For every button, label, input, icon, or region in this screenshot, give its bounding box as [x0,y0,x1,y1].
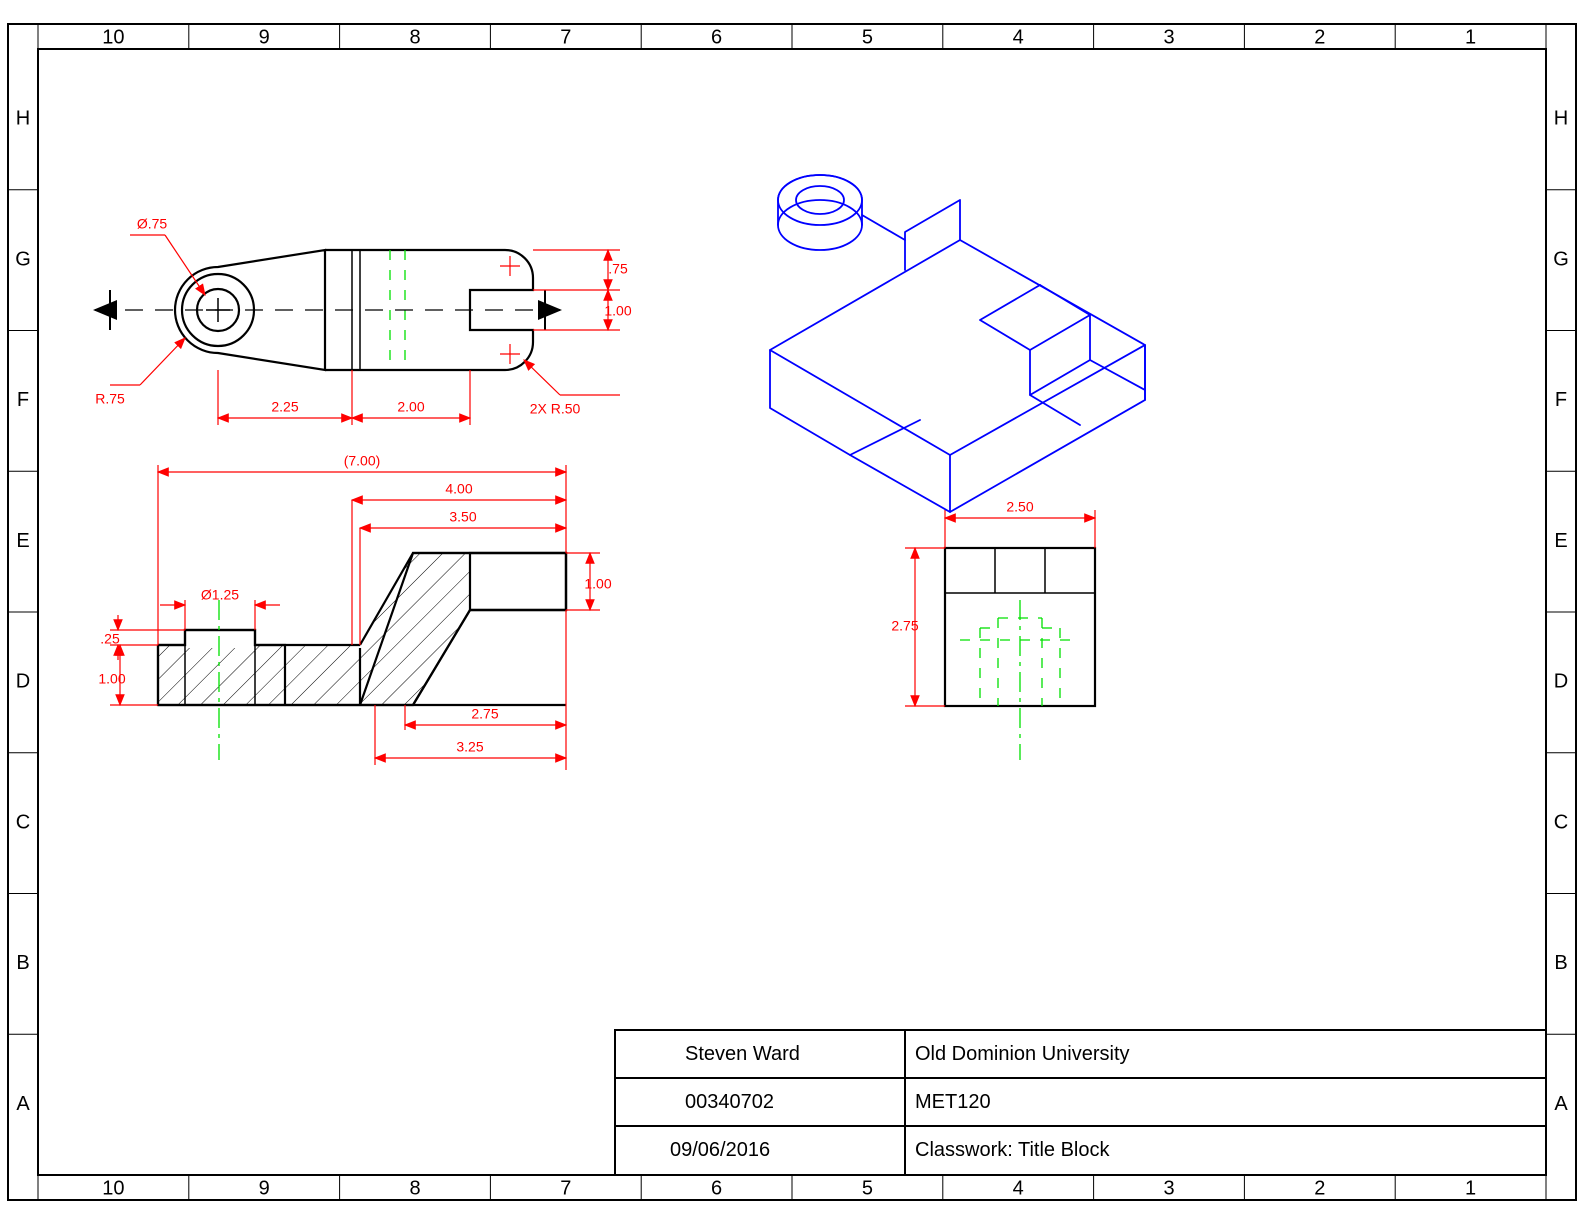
row-label: A [1554,1093,1568,1115]
col-label: 3 [1163,1177,1174,1199]
dim-275b: 2.75 [471,706,498,722]
dim-r050: 2X R.50 [530,401,581,417]
dim-025: .25 [100,631,120,647]
col-label: 8 [409,26,420,48]
dim-r075: R.75 [95,391,125,407]
row-label: C [16,811,30,833]
row-label: B [16,952,29,974]
dim-700: (7.00) [344,453,381,469]
tb-date: 09/06/2016 [670,1139,770,1161]
title-block: Steven Ward Old Dominion University 0034… [615,1030,1546,1175]
col-label: 3 [1163,26,1174,48]
col-label: 5 [862,1177,873,1199]
col-label: 5 [862,26,873,48]
side-view [945,548,1095,760]
col-label: 10 [102,26,124,48]
row-label: F [17,389,29,411]
row-label: H [16,108,30,130]
dim-125: Ø1.25 [201,587,239,603]
row-label: G [1553,248,1569,270]
col-label: 2 [1314,26,1325,48]
row-label: E [1554,530,1567,552]
col-label: 1 [1465,1177,1476,1199]
dim-225: 2.25 [271,399,298,415]
tb-assign: Classwork: Title Block [915,1139,1110,1161]
row-ticks [8,190,1576,1035]
row-label: A [16,1093,30,1115]
col-label: 1 [1465,26,1476,48]
row-label: G [15,248,31,270]
col-label: 7 [560,1177,571,1199]
row-label: F [1555,389,1567,411]
row-label: E [16,530,29,552]
dim-325: 3.25 [456,739,483,755]
col-label: 4 [1013,26,1024,48]
sheet-border: 10 9 8 7 6 5 4 3 2 1 10 9 8 7 6 5 4 3 2 1 H G F E D C B A H G F E D C B… [8,24,1576,1200]
row-label: D [16,671,30,693]
col-label: 4 [1013,1177,1024,1199]
dim-diam075: Ø.75 [137,216,168,232]
col-label: 7 [560,26,571,48]
dim-100b: 1.00 [604,303,631,319]
tb-id: 00340702 [685,1091,774,1113]
dim-400: 4.00 [445,481,472,497]
col-label: 9 [259,1177,270,1199]
row-label: B [1554,952,1567,974]
tb-name: Steven Ward [685,1043,800,1065]
column-ticks [189,24,1395,1200]
col-label: 10 [102,1177,124,1199]
top-view [95,250,560,370]
dim-200: 2.00 [397,399,424,415]
row-label: H [1554,108,1568,130]
dim-100r: 1.00 [584,576,611,592]
drawing-sheet: 10 9 8 7 6 5 4 3 2 1 10 9 8 7 6 5 4 3 2 1 H G F E D C B A H G F E D C B… [0,0,1584,1224]
tb-course: MET120 [915,1091,991,1113]
iso-view [770,175,1145,512]
row-label: D [1554,671,1568,693]
col-label: 9 [259,26,270,48]
dim-100l: 1.00 [98,671,125,687]
dim-275s: 2.75 [891,618,918,634]
tb-school: Old Dominion University [915,1043,1130,1065]
row-label: C [1554,811,1568,833]
side-view-dims: 2.50 2.75 [891,499,1095,706]
col-label: 6 [711,26,722,48]
col-label: 2 [1314,1177,1325,1199]
dim-250: 2.50 [1006,499,1033,515]
dim-350: 3.50 [449,509,476,525]
col-label: 6 [711,1177,722,1199]
section-view [158,553,566,760]
col-label: 8 [409,1177,420,1199]
section-view-dims: (7.00) 4.00 3.50 Ø1.25 .25 1.00 1.00 [98,453,611,770]
dim-075b: .75 [608,261,628,277]
